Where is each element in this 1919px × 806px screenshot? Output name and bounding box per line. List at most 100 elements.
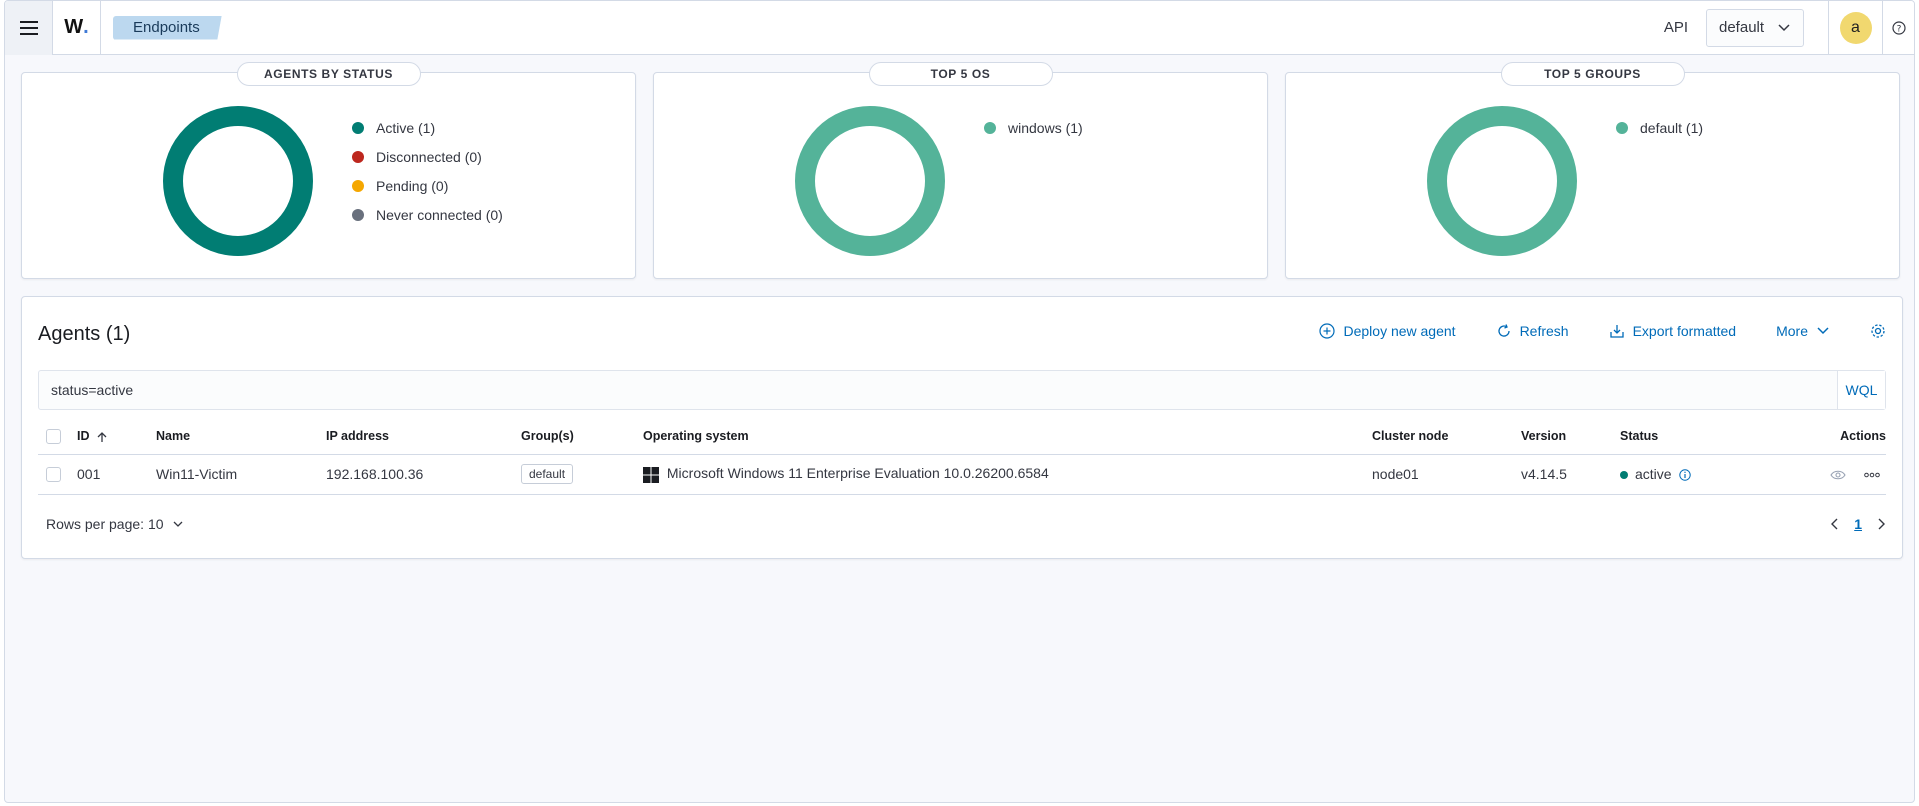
status-legend: Active (1) Disconnected (0) Pending (0) … (352, 113, 503, 229)
select-all-cell (38, 419, 77, 455)
status-label: active (1635, 466, 1672, 482)
legend-label: Active (1) (376, 119, 436, 136)
deploy-new-agent-button[interactable]: Deploy new agent (1319, 323, 1456, 339)
menu-button[interactable] (5, 1, 53, 55)
api-select-value: default (1719, 19, 1765, 36)
rows-per-page-label: Rows per page: 10 (46, 516, 164, 532)
search-bar: WQL (38, 370, 1886, 410)
windows-logo-icon (643, 466, 659, 483)
more-button[interactable]: More (1776, 323, 1830, 339)
help-icon: ? (1891, 20, 1906, 35)
status-dot-icon (1620, 471, 1628, 480)
rows-per-page-selector[interactable]: Rows per page: 10 (38, 516, 184, 532)
refresh-icon (1497, 324, 1510, 337)
column-header-id[interactable]: ID (77, 419, 156, 455)
plus-circle-icon (1319, 323, 1336, 339)
api-label: API (1663, 19, 1688, 36)
default-dot-icon (1616, 121, 1628, 134)
table-settings-button[interactable] (1870, 323, 1886, 339)
breadcrumb-endpoints[interactable]: Endpoints (113, 15, 222, 40)
active-dot-icon (352, 121, 364, 134)
status-donut-chart[interactable] (162, 105, 314, 257)
donut-ring-active[interactable] (163, 106, 313, 256)
cell-ip: 192.168.100.36 (326, 454, 521, 495)
legend-item-never-connected[interactable]: Never connected (0) (352, 200, 503, 229)
column-header-ip[interactable]: IP address (326, 419, 521, 455)
export-icon (1609, 325, 1624, 338)
panel-title: TOP 5 GROUPS (1500, 62, 1685, 86)
hamburger-icon (19, 20, 38, 35)
app-logo[interactable]: W. (53, 1, 101, 55)
more-actions-icon[interactable] (1864, 472, 1880, 478)
avatar: a (1839, 11, 1872, 44)
legend-item-active[interactable]: Active (1) (352, 113, 503, 142)
os-label: Microsoft Windows 11 Enterprise Evaluati… (666, 465, 1049, 482)
cell-cluster: node01 (1372, 454, 1521, 495)
os-legend: windows (1) (984, 113, 1083, 142)
disconnected-dot-icon (352, 150, 364, 163)
groups-donut-chart[interactable] (1426, 105, 1578, 257)
wql-button[interactable]: WQL (1837, 371, 1885, 409)
cell-actions (1780, 454, 1886, 495)
legend-label: Disconnected (0) (376, 148, 482, 165)
never-connected-dot-icon (352, 208, 364, 221)
app-window: W. Endpoints API default a ? AGENTS BY S… (4, 0, 1915, 803)
select-all-checkbox[interactable] (46, 428, 61, 444)
panel-top-5-os: TOP 5 OS windows (1) (653, 62, 1268, 279)
app-header: W. Endpoints API default a ? (5, 1, 1914, 55)
legend-item-pending[interactable]: Pending (0) (352, 171, 503, 200)
logo-dot: . (83, 16, 89, 38)
cell-os: Microsoft Windows 11 Enterprise Evaluati… (643, 454, 1372, 495)
gear-icon (1871, 324, 1885, 338)
column-header-cluster[interactable]: Cluster node (1372, 419, 1521, 455)
help-button[interactable]: ? (1882, 1, 1914, 55)
column-header-groups[interactable]: Group(s) (521, 419, 643, 455)
table-header-row: ID Name IP address Group(s) Operating sy… (38, 419, 1886, 455)
row-select-cell (38, 454, 77, 495)
panel-top-5-groups: TOP 5 GROUPS default (1) (1285, 62, 1900, 279)
column-header-os[interactable]: Operating system (643, 419, 1372, 455)
search-input[interactable] (39, 371, 1837, 409)
agents-panel: Agents (1) Deploy new agent Refresh Expo… (21, 296, 1903, 559)
cell-name: Win11-Victim (156, 454, 326, 495)
export-label: Export formatted (1632, 323, 1737, 339)
svg-text:?: ? (1896, 24, 1901, 34)
sort-ascending-icon (97, 432, 107, 442)
windows-dot-icon (984, 121, 996, 134)
row-checkbox[interactable] (46, 467, 61, 483)
page-button-current[interactable]: 1 (1854, 516, 1862, 532)
info-icon[interactable] (1679, 469, 1692, 481)
legend-item-disconnected[interactable]: Disconnected (0) (352, 142, 503, 171)
table-footer: Rows per page: 10 1 (38, 509, 1886, 539)
next-page-icon[interactable] (1876, 517, 1886, 531)
donut-ring-windows[interactable] (795, 106, 945, 256)
os-donut-chart[interactable] (794, 105, 946, 257)
refresh-button[interactable]: Refresh (1496, 323, 1569, 339)
previous-page-icon[interactable] (1830, 517, 1840, 531)
column-header-name[interactable]: Name (156, 419, 326, 455)
panel-title: AGENTS BY STATUS (236, 62, 421, 86)
cell-group: default (521, 454, 643, 495)
api-select[interactable]: default (1706, 8, 1804, 47)
legend-label: Never connected (0) (376, 206, 503, 223)
chevron-down-icon (173, 521, 182, 527)
view-eye-icon[interactable] (1830, 469, 1846, 481)
column-label: ID (77, 429, 90, 444)
agents-toolbar: Deploy new agent Refresh Export formatte… (1279, 323, 1886, 339)
groups-legend: default (1) (1616, 113, 1703, 142)
cell-id: 001 (77, 454, 156, 495)
user-menu[interactable]: a (1828, 1, 1882, 55)
export-formatted-button[interactable]: Export formatted (1609, 323, 1737, 339)
panel-title: TOP 5 OS (868, 62, 1053, 86)
donut-ring-default[interactable] (1427, 106, 1577, 256)
column-header-status[interactable]: Status (1620, 419, 1780, 455)
legend-item-default[interactable]: default (1) (1616, 113, 1703, 142)
legend-label: Pending (0) (376, 177, 449, 194)
group-badge[interactable]: default (521, 464, 574, 484)
table-row[interactable]: 001 Win11-Victim 192.168.100.36 default … (38, 454, 1886, 495)
chevron-down-icon (1817, 327, 1829, 335)
legend-item-windows[interactable]: windows (1) (984, 113, 1083, 142)
agents-table: ID Name IP address Group(s) Operating sy… (38, 419, 1886, 495)
column-header-version[interactable]: Version (1521, 419, 1620, 455)
panel-agents-by-status: AGENTS BY STATUS Active (1) Disconnected… (21, 62, 636, 279)
